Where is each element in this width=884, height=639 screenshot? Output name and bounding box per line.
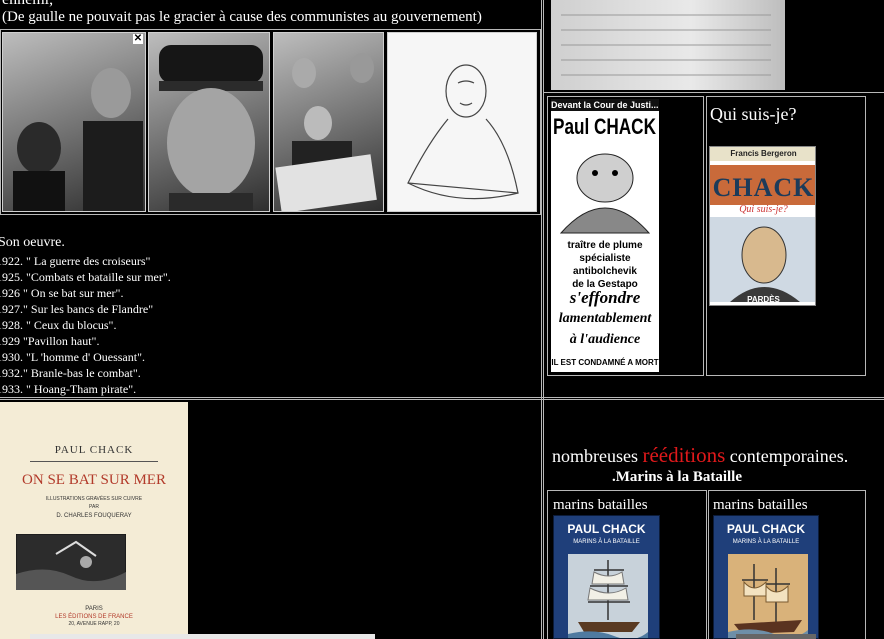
clipping-headline: lamentablement — [558, 311, 652, 326]
cover-publisher: LES ÉDITIONS DE FRANCE — [55, 614, 133, 620]
clipping-headline: à l'audience — [569, 332, 641, 347]
cover-illustrator: D. CHARLES FOUQUERAY — [56, 513, 132, 519]
reeditions-subtitle: .Marins à la Bataille — [612, 469, 742, 485]
photo-man-with-newspaper[interactable] — [273, 32, 384, 212]
marins-ship-drawing-1 — [568, 554, 648, 638]
qsj-portrait-drawing — [710, 217, 815, 302]
bottom-strip-right — [736, 634, 816, 639]
marins-ship-drawing-2 — [728, 554, 808, 638]
cover-city: PARIS — [85, 606, 103, 612]
reeditions-heading: nombreuses rééditions contemporaines. — [552, 443, 848, 468]
oeuvre-item: 1930. "L 'homme d' Ouessant". — [0, 350, 145, 364]
qui-suis-je-title: Qui suis-je? — [710, 104, 797, 124]
clipping-headline: s'effondre — [569, 288, 641, 307]
marins-label-1: marins batailles — [553, 497, 648, 513]
oeuvre-item: 1928. " Ceux du blocus". — [0, 318, 117, 332]
qsj-author: Francis Bergeron — [710, 147, 815, 161]
marins-cover-2[interactable]: PAUL CHACK MARINS À LA BATAILLE — [713, 515, 819, 639]
oeuvre-item: 1925. "Combats et bataille sur mer". — [0, 270, 171, 284]
on-se-bat-sur-mer-cover[interactable]: PAUL CHACK ON SE BAT SUR MER ILLUSTRATIO… — [0, 402, 188, 639]
cover-address: 20, AVENUE RAPP, 20 — [68, 621, 120, 627]
clipping-line: traître de plume — [567, 240, 643, 251]
row-divider — [0, 397, 884, 400]
marins-label-2: marins batailles — [713, 497, 808, 513]
marins-cover-1[interactable]: PAUL CHACK MARINS À LA BATAILLE — [553, 515, 660, 639]
photo-sketch-portrait[interactable] — [387, 32, 537, 212]
clipping-header: Devant la Cour de Justi... — [551, 99, 659, 111]
qsj-subtitle: Qui suis-je? — [739, 204, 788, 215]
photo-caption: (De gaulle ne pouvait pas le gracier à c… — [2, 9, 482, 25]
marins-title-2: MARINS À LA BATAILLE — [732, 539, 800, 545]
cover-engraving — [16, 534, 126, 590]
column-divider — [541, 0, 544, 639]
marins-title-1: MARINS À LA BATAILLE — [573, 539, 640, 545]
clipping-line: spécialiste antibolchevik — [573, 253, 637, 277]
newspaper-clipping-image[interactable]: Devant la Cour de Justi... Paul CHACK tr… — [551, 99, 659, 372]
partial-text-line: ennemi, — [2, 0, 53, 9]
oeuvre-item: 1922. " La guerre des croiseurs" — [0, 254, 151, 268]
qsj-publisher: PARDÈS — [747, 295, 780, 304]
reeditions-before: nombreuses — [552, 446, 638, 466]
oeuvre-item: 1929 "Pavillon haut". — [0, 334, 100, 348]
cover-line1: ILLUSTRATIONS GRAVÉES SUR CUIVRE — [45, 496, 143, 502]
oeuvre-item: 1932." Branle-bas le combat". — [0, 366, 141, 380]
clipping-name: Paul CHACK — [553, 114, 656, 139]
clipping-footer: IL EST CONDAMNÉ A MORT — [551, 358, 659, 367]
oeuvre-item: 1926 " On se bat sur mer". — [0, 286, 124, 300]
close-icon[interactable]: ✕ — [133, 34, 143, 44]
cover-author: PAUL CHACK — [54, 444, 134, 456]
oeuvre-title: Son oeuvre. — [0, 235, 65, 250]
qui-suis-je-book-cover[interactable]: Francis Bergeron CHACK Qui suis-je? PARD… — [709, 146, 816, 306]
reeditions-highlight: rééditions — [642, 443, 726, 467]
oeuvre-item: 1933. " Hoang-Tham pirate". — [0, 382, 137, 396]
right-row-divider — [544, 92, 884, 93]
reeditions-after: contemporaines. — [729, 446, 849, 466]
cover-title: ON SE BAT SUR MER — [22, 472, 166, 488]
oeuvre-item: 1927." Sur les bancs de Flandre" — [0, 302, 154, 316]
bottom-strip-left — [30, 634, 375, 639]
newspaper-fragment-image[interactable] — [551, 0, 785, 90]
marins-author-1: PAUL CHACK — [567, 522, 646, 536]
qsj-title: CHACK — [712, 173, 815, 202]
photo-two-men[interactable]: ✕ — [2, 32, 146, 212]
marins-author-2: PAUL CHACK — [726, 522, 806, 536]
photo-man-in-cap[interactable] — [148, 32, 270, 212]
cover-line2: PAR — [89, 504, 99, 510]
oeuvre-list: 1922. " La guerre des croiseurs" 1925. "… — [0, 253, 171, 397]
caricature-drawing — [559, 153, 651, 234]
